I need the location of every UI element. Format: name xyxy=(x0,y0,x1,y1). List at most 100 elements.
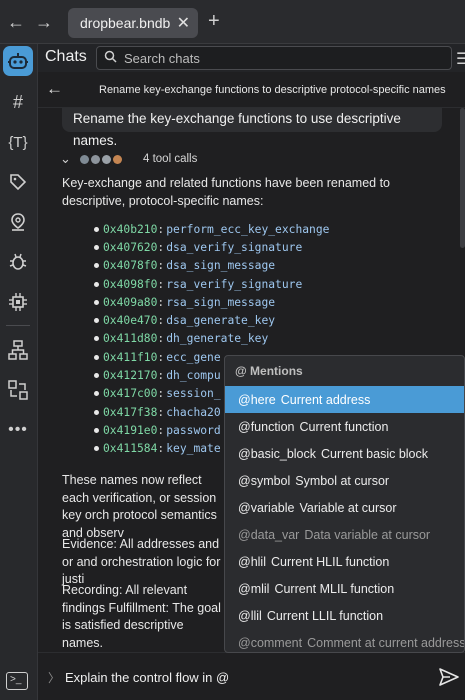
sidebar-divider xyxy=(6,325,30,326)
bullet xyxy=(94,446,99,452)
mention-name: @hlil xyxy=(238,554,266,569)
mention-name: @variable xyxy=(238,500,295,515)
tool-calls-label: 4 tool calls xyxy=(143,153,198,165)
scrollbar[interactable] xyxy=(460,108,465,248)
chevron-right-icon: 〉 xyxy=(48,671,61,685)
function-name[interactable]: chacha20 xyxy=(166,406,220,419)
mention-name: @basic_block xyxy=(238,446,317,461)
sidebar: # {T} ••• xyxy=(0,44,38,700)
tab-dropbear[interactable]: dropbear.bndb ✕ xyxy=(68,8,198,38)
list-item: 0x4078f0: dsa_sign_message xyxy=(94,257,329,275)
bullet xyxy=(94,263,99,269)
function-name[interactable]: perform_ecc_key_exchange xyxy=(166,223,329,236)
chip-icon[interactable] xyxy=(4,288,32,316)
function-name[interactable]: rsa_verify_signature xyxy=(166,278,302,291)
type-braces-icon[interactable]: {T} xyxy=(4,128,32,156)
function-address[interactable]: 0x40e470 xyxy=(103,314,157,327)
function-name[interactable]: password xyxy=(166,424,220,437)
forward-icon[interactable]: → xyxy=(34,12,54,32)
search-icon xyxy=(104,50,117,66)
function-name[interactable]: dsa_verify_signature xyxy=(166,241,302,254)
list-item: 0x4098f0: rsa_verify_signature xyxy=(94,275,329,293)
function-address[interactable]: 0x4191e0 xyxy=(103,424,157,437)
mention-item-here[interactable]: @here Current address xyxy=(225,386,464,413)
bullet xyxy=(94,391,99,397)
mention-item-symbol[interactable]: @symbol Symbol at cursor xyxy=(225,467,464,494)
function-address[interactable]: 0x407620 xyxy=(103,241,157,254)
mention-item-basic-block[interactable]: @basic_block Current basic block xyxy=(225,440,464,467)
function-address[interactable]: 0x411d80 xyxy=(103,332,157,345)
mention-item-llil[interactable]: @llil Current LLIL function xyxy=(225,602,464,629)
function-address[interactable]: 0x412170 xyxy=(103,369,157,382)
assistant-robot-icon[interactable] xyxy=(3,46,33,76)
function-address[interactable]: 0x417c00 xyxy=(103,387,157,400)
location-pin-icon[interactable] xyxy=(4,208,32,236)
function-name[interactable]: ecc_gene xyxy=(166,351,220,364)
function-address[interactable]: 0x411f10 xyxy=(103,351,157,364)
back-icon[interactable]: ← xyxy=(6,12,26,32)
function-address[interactable]: 0x4078f0 xyxy=(103,259,157,272)
mention-description: Data variable at cursor xyxy=(304,527,431,542)
mentions-header: @ Mentions xyxy=(235,364,303,378)
mentions-list: @here Current address @function Current fun… xyxy=(225,386,465,652)
function-name[interactable]: rsa_sign_message xyxy=(166,296,275,309)
function-name[interactable]: dsa_generate_key xyxy=(166,314,275,327)
send-icon[interactable] xyxy=(438,667,460,687)
message-composer[interactable]: 〉 Explain the control flow in @ xyxy=(38,652,465,700)
bullet xyxy=(94,336,99,342)
bullet xyxy=(94,244,99,250)
mention-name: @function xyxy=(238,419,295,434)
mention-description: Symbol at cursor xyxy=(295,473,390,488)
mention-item-variable[interactable]: @variable Variable at cursor xyxy=(225,494,464,521)
assistant-recording: Recording: All relevant findings Fulfill… xyxy=(62,583,221,650)
bug-icon[interactable] xyxy=(4,248,32,276)
bullet xyxy=(94,427,99,433)
function-name[interactable]: dh_compu xyxy=(166,369,220,382)
close-icon[interactable]: ✕ xyxy=(177,13,190,33)
mention-item-hlil[interactable]: @hlil Current HLIL function xyxy=(225,548,464,575)
list-item: 0x409a80: rsa_sign_message xyxy=(94,293,329,311)
function-address[interactable]: 0x417f38 xyxy=(103,406,157,419)
conversation-title: Rename key-exchange functions to descrip… xyxy=(99,84,446,96)
function-name[interactable]: session_ xyxy=(166,387,220,400)
mention-description: Comment at current address xyxy=(307,635,465,650)
function-name[interactable]: dsa_sign_message xyxy=(166,259,275,272)
mention-item-mlil[interactable]: @mlil Current MLIL function xyxy=(225,575,464,602)
mention-item-comment[interactable]: @comment Comment at current address xyxy=(225,629,465,652)
separator: : xyxy=(157,222,165,236)
menu-icon[interactable]: ☰ xyxy=(456,49,465,69)
search-input[interactable]: Search chats xyxy=(96,46,452,70)
function-address[interactable]: 0x409a80 xyxy=(103,296,157,309)
mention-item-data-var[interactable]: @data_var Data variable at cursor xyxy=(225,521,464,548)
new-tab-icon[interactable]: + xyxy=(208,10,220,33)
separator: : xyxy=(157,442,165,456)
bullet xyxy=(94,354,99,360)
mention-description: Current function xyxy=(299,419,389,434)
separator: : xyxy=(157,259,165,273)
list-item: 0x40b210: perform_ecc_key_exchange xyxy=(94,220,329,238)
function-name[interactable]: key_mate xyxy=(166,442,220,455)
composer-input[interactable]: Explain the control flow in @ xyxy=(65,670,229,685)
more-icon[interactable]: ••• xyxy=(4,416,32,444)
chats-header: Chats Search chats ☰ xyxy=(38,44,465,72)
bullet xyxy=(94,299,99,305)
function-address[interactable]: 0x40b210 xyxy=(103,223,157,236)
function-name[interactable]: dh_generate_key xyxy=(166,332,268,345)
separator: : xyxy=(157,240,165,254)
hash-icon[interactable]: # xyxy=(4,88,32,116)
mentions-popup: @ Mentions @here Current address @function… xyxy=(224,355,465,653)
separator: : xyxy=(157,295,165,309)
function-address[interactable]: 0x411584 xyxy=(103,442,157,455)
mention-item-function[interactable]: @function Current function xyxy=(225,413,464,440)
tool-calls-toggle[interactable]: ⌄ 4 tool calls xyxy=(60,151,197,167)
bullet xyxy=(94,318,99,324)
terminal-icon[interactable]: >_ xyxy=(6,672,28,690)
grid-arrows-icon[interactable] xyxy=(4,376,32,404)
function-address[interactable]: 0x4098f0 xyxy=(103,278,157,291)
mention-description: Variable at cursor xyxy=(299,500,397,515)
separator: : xyxy=(157,405,165,419)
hierarchy-icon[interactable] xyxy=(4,336,32,364)
back-arrow-icon[interactable]: ← xyxy=(46,79,63,99)
mention-name: @symbol xyxy=(238,473,291,488)
tag-icon[interactable] xyxy=(4,168,32,196)
